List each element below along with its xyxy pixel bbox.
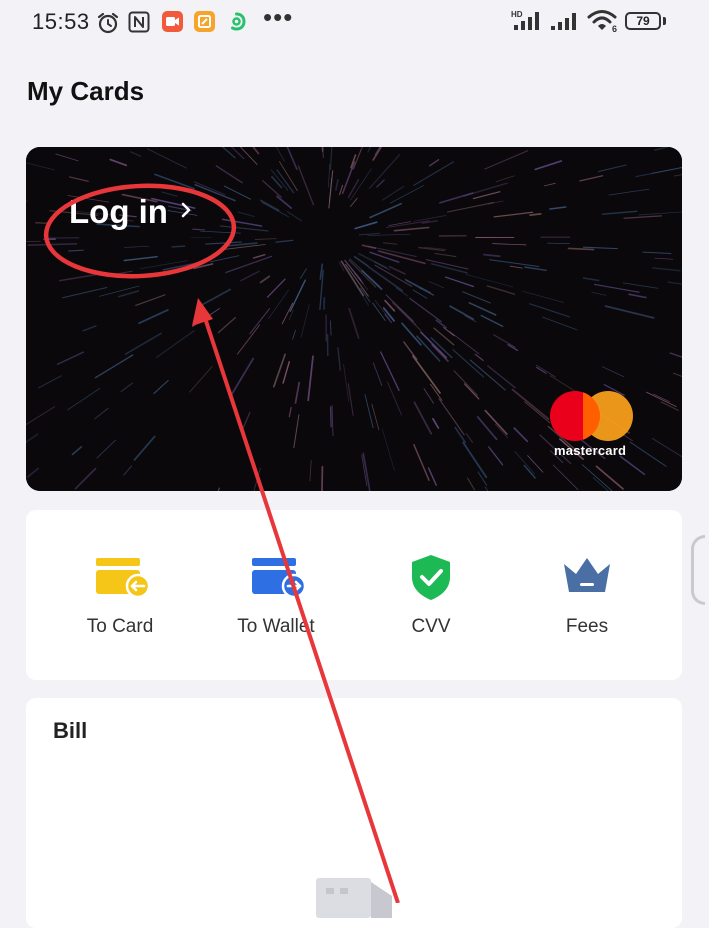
mastercard-overlap <box>583 391 600 441</box>
alarm-clock-icon <box>96 11 120 35</box>
card-streak <box>69 250 84 251</box>
wifi-badge: 6 <box>612 24 617 34</box>
signal-hd-icon: HD <box>510 9 546 33</box>
more-notifications-icon: ••• <box>263 2 293 33</box>
quick-actions-panel: To Card To Wallet CVV F <box>26 510 682 680</box>
network-label: HD <box>511 10 523 19</box>
card-streak <box>193 229 205 230</box>
battery-indicator: 79 <box>625 12 661 30</box>
wifi-icon: 6 <box>587 8 621 34</box>
card-streak <box>172 246 185 247</box>
page-title: My Cards <box>27 76 144 107</box>
wallet-transfer-icon <box>244 552 308 600</box>
side-drawer-handle[interactable] <box>691 535 705 605</box>
chevron-right-icon <box>180 201 192 219</box>
login-label[interactable]: Log in <box>69 193 168 231</box>
status-time: 15:53 <box>32 9 90 35</box>
status-bar: 15:53 ••• HD 6 79 <box>0 0 709 44</box>
mastercard-wordmark: mastercard <box>554 443 626 458</box>
to-card-label: To Card <box>55 616 185 638</box>
notes-app-icon <box>194 11 215 32</box>
to-wallet-label: To Wallet <box>211 616 341 638</box>
cvv-label: CVV <box>366 616 496 638</box>
nfc-icon <box>128 11 150 33</box>
fees-label: Fees <box>522 616 652 638</box>
card-transfer-icon <box>88 552 152 600</box>
empty-bill-illustration <box>316 878 396 918</box>
crown-icon <box>560 552 614 600</box>
login-link[interactable]: Log in <box>69 193 192 231</box>
video-call-app-icon <box>162 11 183 32</box>
signal-icon <box>550 9 582 33</box>
card-streak <box>36 223 50 224</box>
fees-button[interactable]: Fees <box>522 552 652 652</box>
shield-check-icon <box>407 552 455 602</box>
card-streak <box>331 407 332 427</box>
battery-tip <box>663 17 666 25</box>
cvv-button[interactable]: CVV <box>366 552 496 652</box>
bill-panel: Bill <box>26 698 682 928</box>
mastercard-logo: mastercard <box>550 391 636 461</box>
green-app-icon <box>226 11 247 32</box>
to-wallet-button[interactable]: To Wallet <box>211 552 341 652</box>
bank-card[interactable]: Log in mastercard <box>26 147 682 491</box>
to-card-button[interactable]: To Card <box>55 552 185 652</box>
bill-title: Bill <box>53 718 87 744</box>
card-streak <box>530 214 541 215</box>
card-streak <box>322 467 323 491</box>
battery-level: 79 <box>636 14 649 28</box>
